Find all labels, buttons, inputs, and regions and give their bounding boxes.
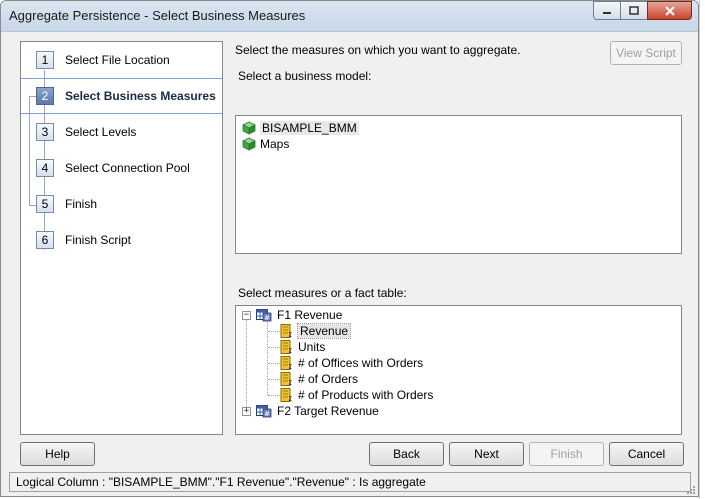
step-4[interactable]: 4 Select Connection Pool — [21, 150, 222, 186]
tree-connector — [246, 319, 247, 411]
svg-text:#: # — [264, 314, 270, 322]
svg-text:Σ: Σ — [289, 396, 293, 402]
tree-node-units[interactable]: Σ Units — [280, 339, 325, 355]
measure-column-icon: Σ — [280, 356, 292, 370]
tree-connector — [268, 347, 280, 348]
step-label: Select Levels — [65, 125, 137, 139]
measure-column-icon: Σ — [280, 388, 292, 402]
step-number: 1 — [36, 51, 54, 69]
maximize-icon — [629, 6, 639, 15]
measures-label: Select measures or a fact table: — [238, 286, 407, 300]
step-6[interactable]: 6 Finish Script — [21, 222, 222, 258]
step-label: Select Connection Pool — [65, 161, 190, 175]
window-title: Aggregate Persistence - Select Business … — [9, 8, 306, 23]
finish-button[interactable]: Finish — [529, 442, 604, 466]
tree-node-label: F2 Target Revenue — [277, 404, 379, 418]
step-number: 4 — [36, 159, 54, 177]
step-2[interactable]: 2 Select Business Measures — [21, 78, 222, 114]
wizard-steps-panel: 1 Select File Location 2 Select Business… — [20, 41, 223, 435]
expand-icon[interactable]: + — [242, 406, 251, 416]
wizard-window: Aggregate Persistence - Select Business … — [0, 0, 699, 497]
list-item-label: BISAMPLE_BMM — [260, 121, 359, 135]
collapse-icon[interactable]: − — [242, 310, 251, 320]
step-5[interactable]: 5 Finish — [21, 186, 222, 222]
step-number: 3 — [36, 123, 54, 141]
measure-column-icon: Σ — [280, 340, 292, 354]
table-icon: # — [256, 309, 272, 322]
step-number: 6 — [36, 231, 54, 249]
step-label: Select File Location — [65, 53, 170, 67]
svg-text:Σ: Σ — [289, 332, 293, 338]
tree-node-label: # of Orders — [298, 372, 359, 386]
tree-node-f1-revenue[interactable]: − # F1 Revenue — [242, 307, 342, 323]
cancel-button[interactable]: Cancel — [609, 442, 684, 466]
close-button[interactable] — [647, 1, 692, 20]
help-button[interactable]: Help — [20, 442, 95, 466]
list-item[interactable]: Maps — [242, 136, 289, 152]
step-1[interactable]: 1 Select File Location — [21, 42, 222, 78]
svg-text:Σ: Σ — [289, 348, 293, 354]
business-model-list[interactable]: BISAMPLE_BMM Maps — [235, 115, 682, 254]
status-bar: Logical Column : "BISAMPLE_BMM"."F1 Reve… — [9, 472, 691, 492]
cube-icon — [242, 137, 256, 151]
tree-node-products-with-orders[interactable]: Σ # of Products with Orders — [280, 387, 433, 403]
tree-node-label: # of Products with Orders — [298, 388, 434, 402]
tree-connector — [268, 379, 280, 380]
table-icon: # — [256, 405, 272, 418]
title-bar: Aggregate Persistence - Select Business … — [1, 1, 698, 32]
back-button[interactable]: Back — [369, 442, 444, 466]
svg-text:Σ: Σ — [289, 380, 293, 386]
tree-node-label: F1 Revenue — [277, 308, 343, 322]
tree-node-offices-with-orders[interactable]: Σ # of Offices with Orders — [280, 355, 423, 371]
measures-tree[interactable]: − # F1 Revenue Σ Revenue Σ Units Σ # of … — [235, 305, 682, 435]
close-icon — [664, 5, 675, 16]
tree-connector — [268, 331, 280, 332]
instruction-text: Select the measures on which you want to… — [235, 43, 521, 57]
tree-node-revenue[interactable]: Σ Revenue — [280, 323, 352, 339]
tree-node-label: # of Offices with Orders — [298, 356, 424, 370]
step-label: Select Business Measures — [65, 89, 216, 103]
step-label: Finish Script — [65, 233, 132, 247]
view-script-button[interactable]: View Script — [610, 41, 682, 65]
minimize-icon — [603, 11, 611, 14]
cube-icon — [242, 121, 256, 135]
business-model-label: Select a business model: — [238, 69, 372, 83]
step-number: 2 — [36, 87, 54, 105]
tree-connector — [267, 322, 268, 395]
list-item-label: Maps — [260, 137, 290, 151]
step-label: Finish — [65, 197, 98, 211]
list-item[interactable]: BISAMPLE_BMM — [242, 120, 359, 136]
measure-column-icon: Σ — [280, 324, 292, 338]
step-number: 5 — [36, 195, 54, 213]
tree-node-f2-target-revenue[interactable]: + # F2 Target Revenue — [242, 403, 379, 419]
svg-text:#: # — [264, 410, 270, 418]
tree-node-label: Units — [298, 340, 326, 354]
tree-connector — [268, 363, 280, 364]
next-button[interactable]: Next — [449, 442, 524, 466]
maximize-button[interactable] — [620, 1, 648, 20]
measure-column-icon: Σ — [280, 372, 292, 386]
minimize-button[interactable] — [593, 1, 621, 20]
step-3[interactable]: 3 Select Levels — [21, 114, 222, 150]
background-window-edge — [699, 0, 705, 499]
tree-connector — [268, 395, 280, 396]
resize-grip-icon[interactable] — [684, 483, 696, 495]
tree-node-label: Revenue — [296, 323, 352, 339]
tree-node-orders[interactable]: Σ # of Orders — [280, 371, 358, 387]
svg-text:Σ: Σ — [289, 364, 293, 370]
